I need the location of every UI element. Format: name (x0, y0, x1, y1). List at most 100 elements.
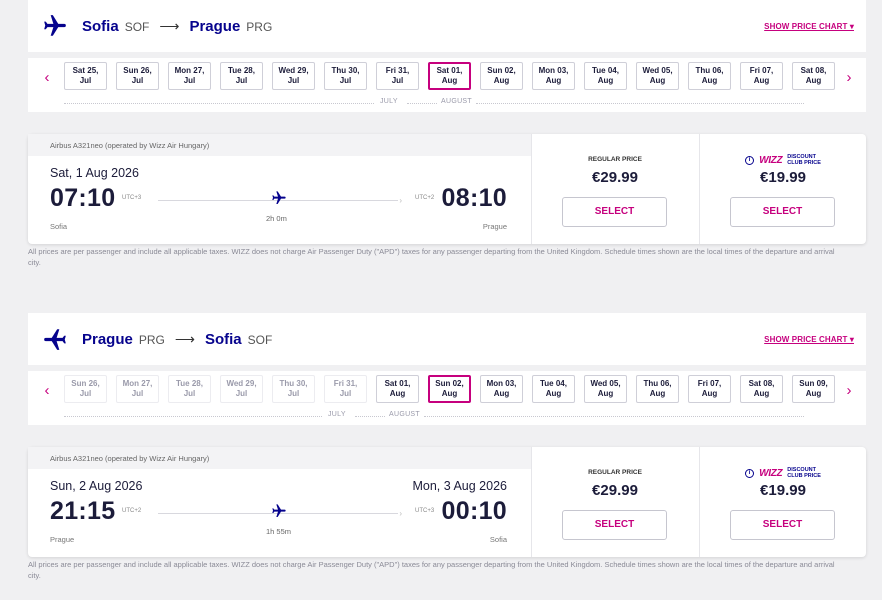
date-chip-day: Tue 04, (540, 379, 567, 388)
date-chip[interactable]: Fri 31, Jul (376, 62, 419, 90)
origin-code: SOF (124, 19, 150, 34)
route-header: Sofia SOF ⟶ Prague PRG SHOW PRICE CHART … (28, 0, 866, 52)
discount-club-text: DISCOUNT CLUB PRICE (787, 154, 821, 166)
track-end-arrow: › (399, 509, 402, 518)
route-title: Prague PRG ⟶ Sofia SOF (82, 331, 272, 348)
date-chip[interactable]: Sun 02, Aug (480, 62, 523, 90)
regular-price-amount: €29.99 (592, 482, 638, 499)
select-regular-button[interactable]: SELECT (562, 510, 667, 540)
date-chip[interactable]: Fri 31, Jul (324, 375, 367, 403)
date-chip[interactable]: Tue 04, Aug (532, 375, 575, 403)
date-list: Sat 25, Jul Sun 26, Jul Mon 27, Jul Tue 28, Jul… (64, 62, 835, 90)
date-chip-day: Sun 26, (71, 379, 100, 388)
date-chip[interactable]: Mon 03, Aug (532, 62, 575, 90)
date-chip-month: Jul (235, 76, 248, 85)
club-price-amount: €19.99 (760, 482, 806, 499)
club-price-label: i WIZZ DISCOUNT CLUB PRICE (700, 467, 866, 479)
regular-price-panel: REGULAR PRICE €29.99 SELECT (531, 134, 698, 244)
departure-city: Sofia (50, 222, 68, 231)
date-chip-day: Sat 08, (800, 66, 827, 75)
date-chip-day: Fri 07, (749, 66, 774, 75)
month-right-label: AUGUST (441, 98, 472, 105)
date-chip[interactable]: Wed 05, Aug (584, 375, 627, 403)
date-chip[interactable]: Sun 26, Jul (64, 375, 107, 403)
date-chip-month: Jul (339, 76, 352, 85)
date-chip-day: Sat 08, (748, 379, 775, 388)
aircraft-info: Airbus A321neo (operated by Wizz Air Hun… (28, 134, 531, 156)
date-chip-month: Aug (753, 76, 770, 85)
date-chip[interactable]: Sat 01, Aug (428, 62, 471, 90)
chevron-right-icon[interactable]: › (842, 383, 856, 399)
club-price-amount: €19.99 (760, 169, 806, 186)
date-chip-month: Aug (493, 389, 510, 398)
flight-card: Airbus A321neo (operated by Wizz Air Hun… (28, 134, 866, 244)
info-icon[interactable]: i (745, 155, 755, 165)
departure-utc: UTC+2 (122, 508, 142, 514)
date-chip[interactable]: Thu 06, Aug (688, 62, 731, 90)
date-chip[interactable]: Wed 05, Aug (636, 62, 679, 90)
date-chip-month: Jul (79, 76, 92, 85)
date-chip-month: Aug (597, 389, 614, 398)
club-price-panel: i WIZZ DISCOUNT CLUB PRICE €19.99 SELECT (699, 447, 866, 557)
date-chip[interactable]: Sat 01, Aug (376, 375, 419, 403)
select-club-button[interactable]: SELECT (730, 197, 835, 227)
show-price-chart-link[interactable]: SHOW PRICE CHART ▾ (764, 335, 854, 344)
date-chip[interactable]: Tue 28, Jul (168, 375, 211, 403)
chevron-left-icon[interactable]: ‹ (40, 383, 54, 399)
date-chip[interactable]: Mon 03, Aug (480, 375, 523, 403)
date-chip[interactable]: Fri 07, Aug (688, 375, 731, 403)
date-chip[interactable]: Wed 29, Jul (272, 62, 315, 90)
date-chip-day: Fri 31, (385, 66, 410, 75)
departure-time: 21:15 (50, 497, 116, 525)
date-chip[interactable]: Mon 27, Jul (116, 375, 159, 403)
date-chip[interactable]: Sat 25, Jul (64, 62, 107, 90)
date-selector: ‹ Sun 26, Jul Mon 27, Jul Tue 28, Jul Wed 29, J… (28, 371, 866, 425)
date-chip-day: Tue 28, (228, 66, 255, 75)
date-chip[interactable]: Sat 08, Aug (740, 375, 783, 403)
date-chip[interactable]: Thu 30, Jul (272, 375, 315, 403)
date-chip-day: Wed 29, (278, 66, 309, 75)
date-chip[interactable]: Mon 27, Jul (168, 62, 211, 90)
date-chip[interactable]: Thu 30, Jul (324, 62, 367, 90)
wizz-logo: WIZZ (759, 154, 783, 166)
date-chip-month: Aug (805, 389, 822, 398)
date-chip[interactable]: Sun 09, Aug (792, 375, 835, 403)
show-price-chart-link[interactable]: SHOW PRICE CHART ▾ (764, 22, 854, 31)
date-chip[interactable]: Sat 08, Aug (792, 62, 835, 90)
flight-duration: 1h 55m (266, 527, 292, 536)
date-chip[interactable]: Wed 29, Jul (220, 375, 263, 403)
date-chip[interactable]: Fri 07, Aug (740, 62, 783, 90)
price-disclaimer: All prices are per passenger and include… (28, 560, 835, 580)
date-chip[interactable]: Sun 26, Jul (116, 62, 159, 90)
date-chip[interactable]: Sun 02, Aug (428, 375, 471, 403)
date-chip-day: Tue 28, (176, 379, 203, 388)
plane-icon (44, 329, 66, 350)
month-divider: JULY AUGUST (64, 411, 804, 421)
date-chip[interactable]: Tue 28, Jul (220, 62, 263, 90)
chevron-right-icon[interactable]: › (842, 70, 856, 86)
arrival-utc: UTC+2 (415, 195, 435, 201)
month-right-label: AUGUST (389, 411, 420, 418)
date-chip-month: Aug (441, 76, 458, 85)
date-chip[interactable]: Tue 04, Aug (584, 62, 627, 90)
info-icon[interactable]: i (745, 468, 755, 478)
destination-code: SOF (247, 332, 273, 347)
date-chip-day: Mon 03, (486, 379, 517, 388)
divider-line (64, 416, 322, 417)
date-chip-month: Aug (649, 389, 666, 398)
date-chip-month: Jul (131, 389, 144, 398)
select-regular-button[interactable]: SELECT (562, 197, 667, 227)
origin-code: PRG (138, 332, 165, 347)
chevron-left-icon[interactable]: ‹ (40, 70, 54, 86)
discount-club-line2: CLUB PRICE (787, 160, 821, 166)
destination-code: PRG (246, 19, 273, 34)
date-chip-month: Jul (183, 389, 196, 398)
date-chip[interactable]: Thu 06, Aug (636, 375, 679, 403)
select-club-button[interactable]: SELECT (730, 510, 835, 540)
date-chip-month: Jul (79, 389, 92, 398)
date-chip-month: Aug (805, 76, 822, 85)
date-chip-day: Sun 09, (799, 379, 828, 388)
date-chip-month: Aug (441, 389, 458, 398)
date-chip-month: Aug (493, 76, 510, 85)
departure-city: Prague (50, 535, 75, 544)
